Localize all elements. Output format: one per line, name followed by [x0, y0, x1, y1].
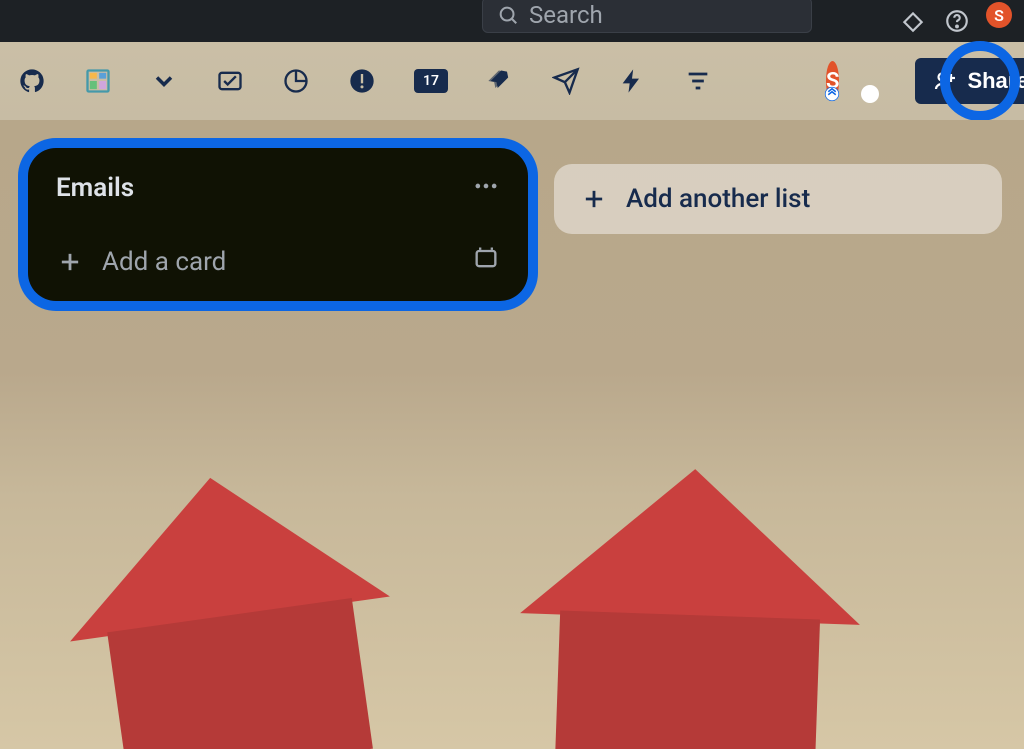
card-template-button[interactable]: [472, 244, 500, 279]
search-placeholder: Search: [529, 1, 603, 29]
filter-icon[interactable]: [684, 64, 712, 98]
background-decoration: [515, 463, 865, 749]
list-menu-button[interactable]: [472, 172, 500, 204]
automation-icon[interactable]: [618, 64, 646, 98]
template-icon: [472, 244, 500, 272]
help-icon[interactable]: [942, 6, 972, 36]
list-title[interactable]: Emails: [56, 173, 134, 203]
plus-icon: [580, 185, 608, 213]
pie-chart-icon[interactable]: [282, 64, 310, 98]
admin-badge-icon: [823, 85, 841, 103]
alert-icon[interactable]: [348, 64, 376, 98]
more-horizontal-icon: [472, 172, 500, 200]
search-icon: [497, 4, 519, 26]
search-input[interactable]: Search: [482, 0, 812, 33]
dashboard-icon[interactable]: [84, 64, 112, 98]
github-icon[interactable]: [18, 64, 46, 98]
notifications-icon[interactable]: [898, 6, 928, 36]
app-header: Search S: [0, 0, 1024, 42]
add-card-button[interactable]: Add a card: [56, 247, 226, 277]
share-button[interactable]: Share: [915, 58, 1024, 104]
plus-icon: [56, 248, 84, 276]
add-list-button[interactable]: Add another list: [554, 164, 1002, 234]
board-canvas: Emails Add a card Add another list: [0, 120, 1024, 749]
account-avatar[interactable]: S: [986, 2, 1012, 28]
inbox-icon[interactable]: [216, 64, 244, 98]
background-decoration: [50, 455, 410, 749]
send-icon[interactable]: [552, 64, 580, 98]
chevron-down-icon[interactable]: [150, 64, 178, 98]
list-card: Emails Add a card: [28, 148, 528, 301]
powerup-icon[interactable]: [486, 64, 514, 98]
board-toolbar: 17 S Share: [0, 42, 1024, 120]
calendar-badge[interactable]: 17: [414, 64, 448, 98]
member-avatar-1[interactable]: S: [826, 61, 839, 101]
share-icon: [933, 69, 957, 93]
